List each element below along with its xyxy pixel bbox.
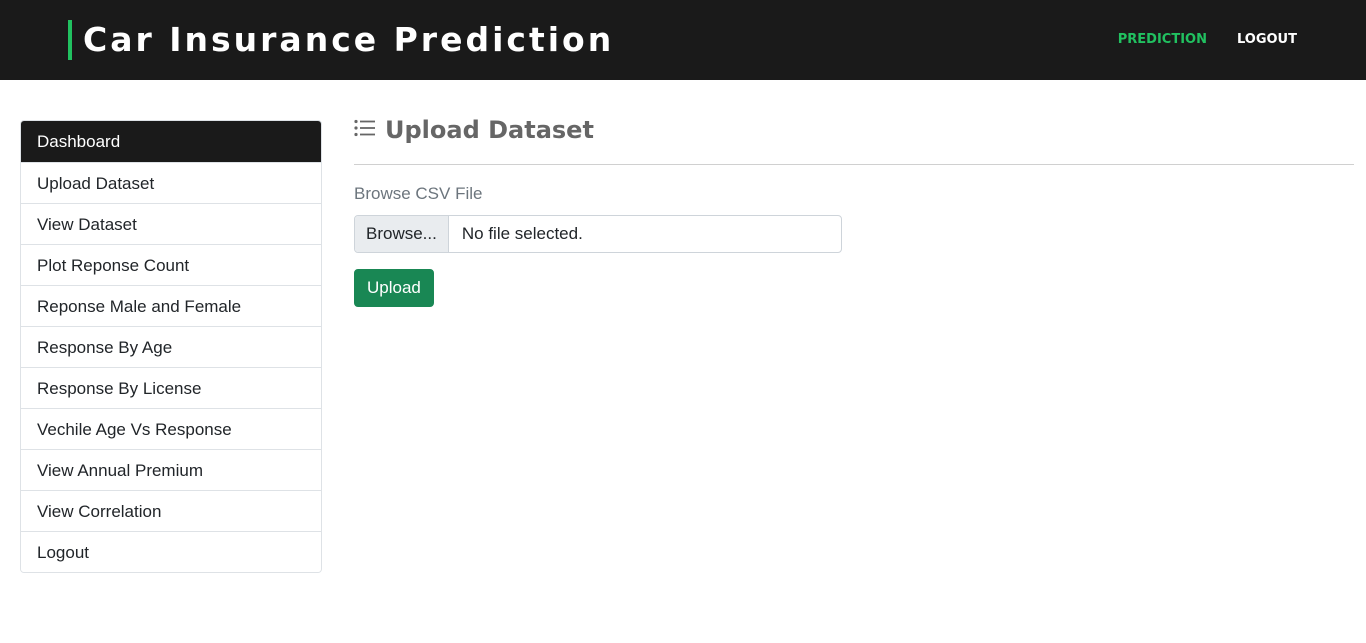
page-heading: Upload Dataset bbox=[354, 112, 1354, 148]
sidebar-item-vehicle-age-vs-response[interactable]: Vechile Age Vs Response bbox=[21, 408, 321, 449]
csv-file-input[interactable]: Browse... No file selected. bbox=[354, 215, 842, 253]
list-icon bbox=[354, 119, 375, 137]
top-nav: PREDICTION LOGOUT bbox=[1118, 31, 1297, 49]
sidebar-item-plot-response-count[interactable]: Plot Reponse Count bbox=[21, 244, 321, 285]
sidebar-item-dashboard[interactable]: Dashboard bbox=[21, 121, 321, 162]
nav-link-prediction[interactable]: PREDICTION bbox=[1118, 31, 1207, 49]
sidebar-item-view-correlation[interactable]: View Correlation bbox=[21, 490, 321, 531]
sidebar-item-view-annual-premium[interactable]: View Annual Premium bbox=[21, 449, 321, 490]
sidebar-item-upload-dataset[interactable]: Upload Dataset bbox=[21, 162, 321, 203]
sidebar-menu: Dashboard Upload Dataset View Dataset Pl… bbox=[20, 120, 322, 573]
upload-button[interactable]: Upload bbox=[354, 269, 434, 307]
page-title: Upload Dataset bbox=[385, 116, 594, 144]
csv-file-label: Browse CSV File bbox=[354, 184, 483, 203]
brand-accent-bar bbox=[68, 20, 72, 60]
sidebar-item-response-by-license[interactable]: Response By License bbox=[21, 367, 321, 408]
top-navbar: Car Insurance Prediction PREDICTION LOGO… bbox=[0, 0, 1366, 80]
brand-title[interactable]: Car Insurance Prediction bbox=[83, 17, 614, 63]
sidebar-item-response-by-age[interactable]: Response By Age bbox=[21, 326, 321, 367]
browse-button[interactable]: Browse... bbox=[355, 216, 449, 252]
heading-divider bbox=[354, 164, 1354, 165]
sidebar-item-view-dataset[interactable]: View Dataset bbox=[21, 203, 321, 244]
sidebar-item-logout[interactable]: Logout bbox=[21, 531, 321, 572]
upload-form: Browse CSV File Browse... No file select… bbox=[354, 184, 1354, 307]
main-content: Upload Dataset Browse CSV File Browse...… bbox=[354, 112, 1354, 307]
nav-link-logout[interactable]: LOGOUT bbox=[1237, 31, 1297, 49]
file-status-text: No file selected. bbox=[461, 224, 583, 243]
sidebar-item-response-male-female[interactable]: Reponse Male and Female bbox=[21, 285, 321, 326]
